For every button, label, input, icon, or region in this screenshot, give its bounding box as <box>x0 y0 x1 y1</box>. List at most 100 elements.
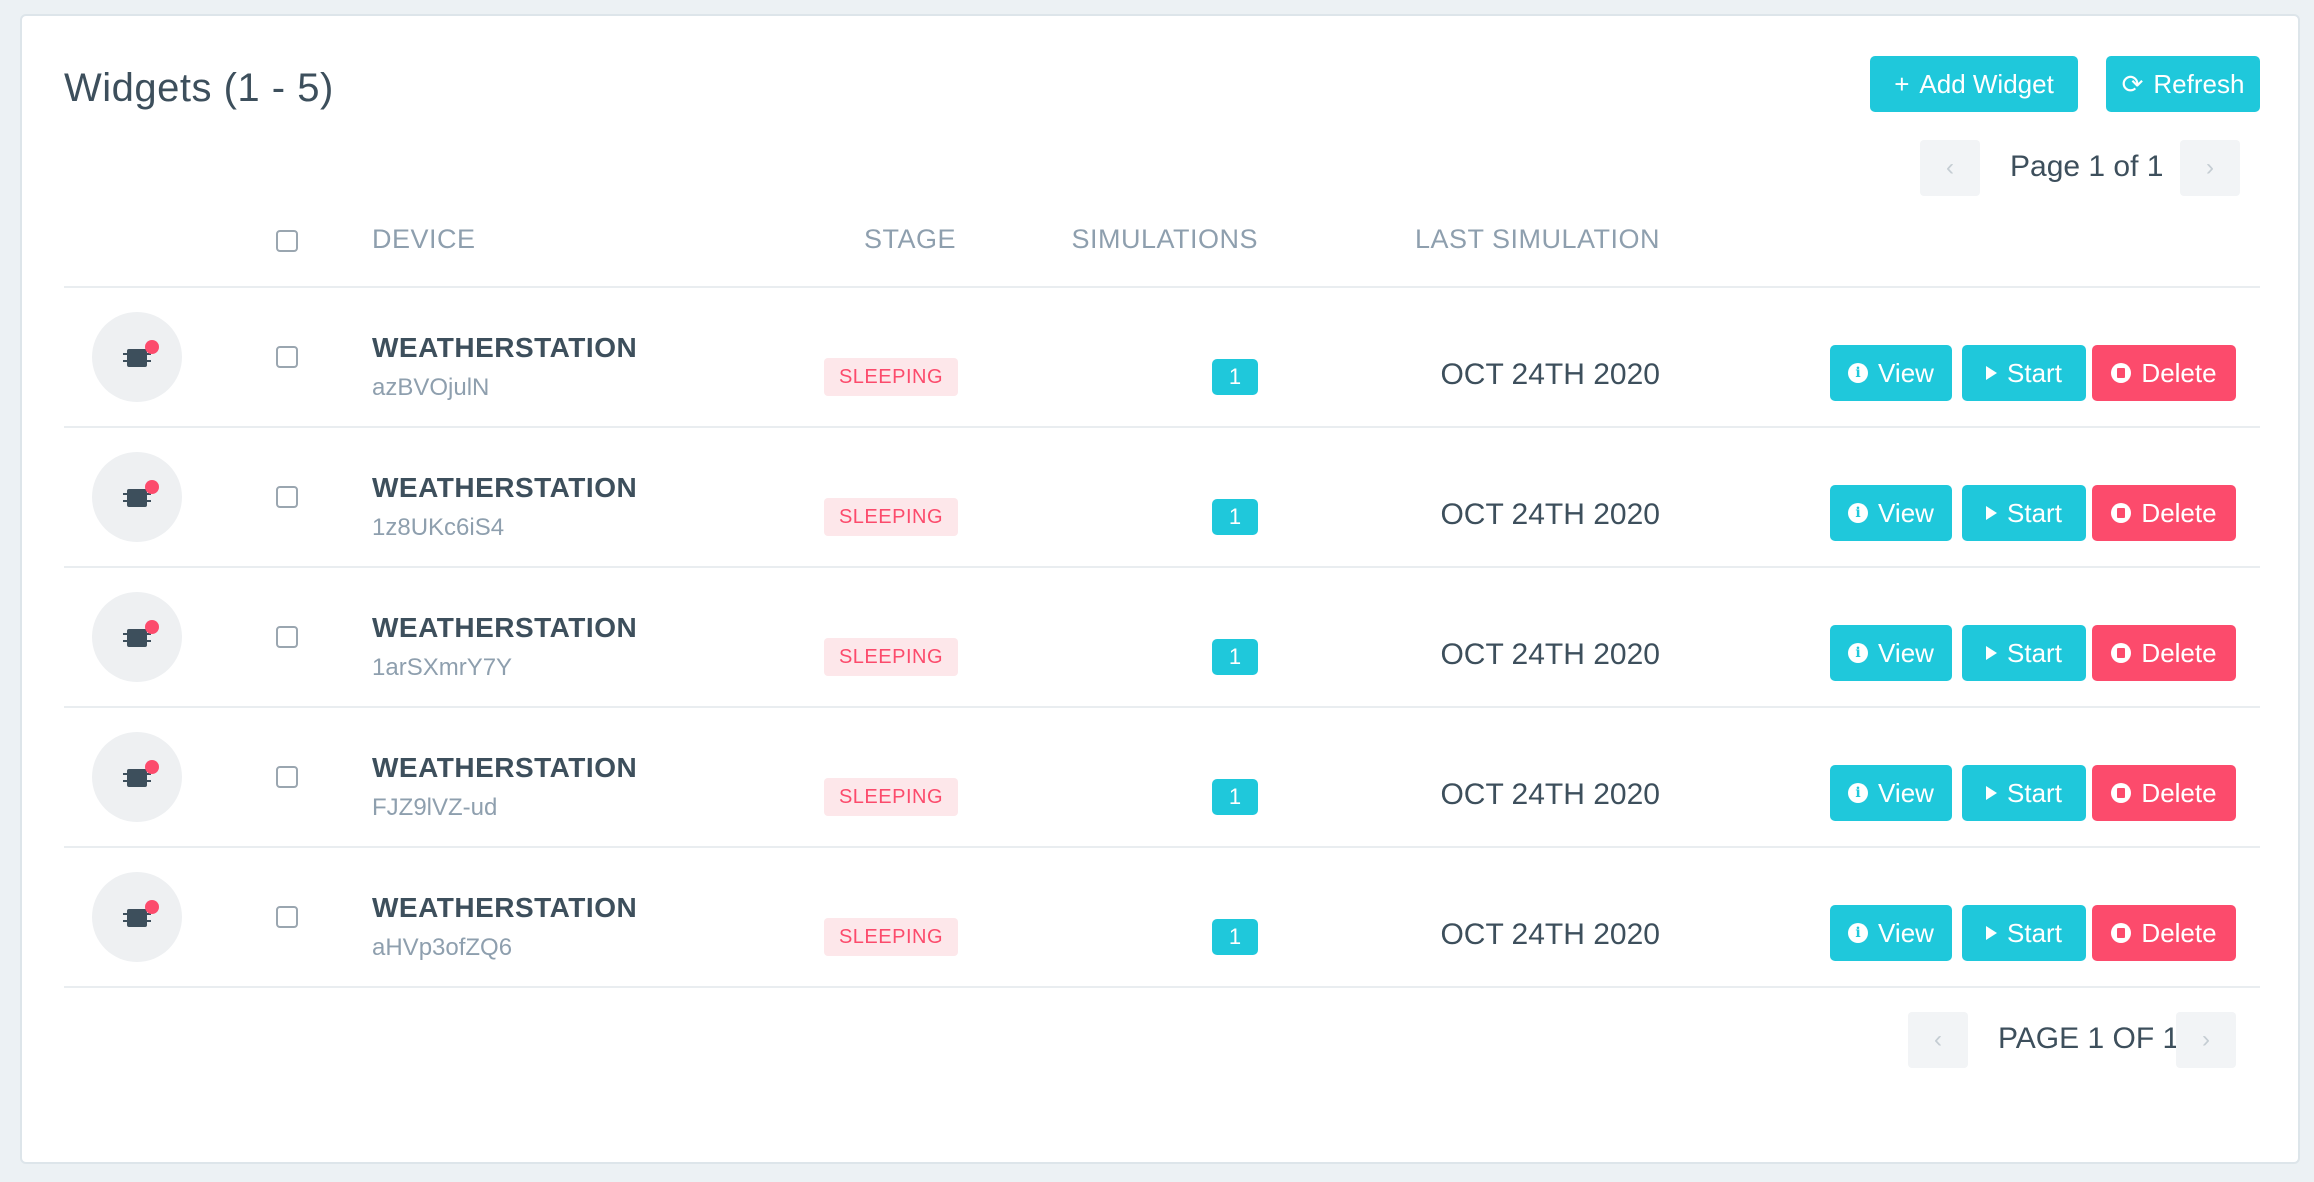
stage-badge: SLEEPING <box>824 778 958 816</box>
chip-icon <box>123 769 151 787</box>
delete-button[interactable]: Delete <box>2092 625 2236 681</box>
start-label: Start <box>2007 497 2062 528</box>
prev-page-button-bottom[interactable]: ‹ <box>1908 1012 1968 1068</box>
info-icon: i <box>1848 643 1869 663</box>
device-name[interactable]: WEATHERSTATION <box>372 472 637 504</box>
prev-page-button-top[interactable]: ‹ <box>1920 140 1980 196</box>
play-icon <box>1986 646 1998 660</box>
chevron-left-icon: ‹ <box>1946 154 1954 181</box>
row-divider <box>64 846 2260 848</box>
chevron-right-icon: › <box>2206 154 2214 181</box>
view-button[interactable]: i View <box>1830 905 1952 961</box>
device-id: 1arSXmrY7Y <box>372 654 513 681</box>
delete-label: Delete <box>2141 777 2217 808</box>
add-widget-button[interactable]: + Add Widget <box>1870 56 2078 112</box>
device-name[interactable]: WEATHERSTATION <box>372 332 637 364</box>
stage-badge: SLEEPING <box>824 638 958 676</box>
start-label: Start <box>2007 777 2062 808</box>
column-header-device[interactable]: DEVICE <box>372 224 476 255</box>
view-label: View <box>1878 917 1934 948</box>
stage-badge: SLEEPING <box>824 918 958 956</box>
delete-button[interactable]: Delete <box>2092 485 2236 541</box>
simulations-count-badge: 1 <box>1212 919 1258 955</box>
trash-icon <box>2111 363 2132 383</box>
start-button[interactable]: Start <box>1962 625 2086 681</box>
status-dot-icon <box>145 900 159 914</box>
device-avatar <box>92 732 182 822</box>
delete-label: Delete <box>2141 917 2217 948</box>
view-label: View <box>1878 357 1934 388</box>
view-button[interactable]: i View <box>1830 765 1952 821</box>
simulations-count-badge: 1 <box>1212 779 1258 815</box>
stage-badge: SLEEPING <box>824 358 958 396</box>
device-name[interactable]: WEATHERSTATION <box>372 752 637 784</box>
select-all-checkbox[interactable] <box>276 230 298 252</box>
start-button[interactable]: Start <box>1962 345 2086 401</box>
trash-icon <box>2111 783 2132 803</box>
chevron-right-icon: › <box>2202 1026 2210 1053</box>
next-page-button-bottom[interactable]: › <box>2176 1012 2236 1068</box>
device-id: 1z8UKc6iS4 <box>372 514 505 541</box>
page-indicator-bottom: PAGE 1 OF 1 <box>1998 1022 2180 1055</box>
row-divider <box>64 426 2260 428</box>
view-label: View <box>1878 497 1934 528</box>
row-checkbox[interactable] <box>276 346 298 368</box>
info-icon: i <box>1848 783 1869 803</box>
row-divider <box>64 706 2260 708</box>
device-avatar <box>92 312 182 402</box>
column-header-last-simulation[interactable]: LAST SIMULATION <box>1352 224 1660 255</box>
row-checkbox[interactable] <box>276 766 298 788</box>
start-button[interactable]: Start <box>1962 905 2086 961</box>
start-button[interactable]: Start <box>1962 485 2086 541</box>
chip-icon <box>123 349 151 367</box>
play-icon <box>1986 926 1998 940</box>
start-label: Start <box>2007 637 2062 668</box>
device-name[interactable]: WEATHERSTATION <box>372 892 637 924</box>
start-label: Start <box>2007 917 2062 948</box>
refresh-icon: ⟳ <box>2121 68 2144 99</box>
view-label: View <box>1878 637 1934 668</box>
delete-button[interactable]: Delete <box>2092 905 2236 961</box>
device-id: aHVp3ofZQ6 <box>372 934 513 961</box>
delete-button[interactable]: Delete <box>2092 765 2236 821</box>
device-avatar <box>92 592 182 682</box>
row-divider <box>64 566 2260 568</box>
info-icon: i <box>1848 503 1869 523</box>
view-label: View <box>1878 777 1934 808</box>
plus-icon: + <box>1894 68 1910 99</box>
refresh-button[interactable]: ⟳ Refresh <box>2106 56 2260 112</box>
play-icon <box>1986 506 1998 520</box>
start-label: Start <box>2007 357 2062 388</box>
view-button[interactable]: i View <box>1830 625 1952 681</box>
row-checkbox[interactable] <box>276 626 298 648</box>
view-button[interactable]: i View <box>1830 345 1952 401</box>
info-icon: i <box>1848 363 1869 383</box>
add-widget-label: Add Widget <box>1919 68 2054 99</box>
table-divider <box>64 286 2260 288</box>
row-checkbox[interactable] <box>276 486 298 508</box>
view-button[interactable]: i View <box>1830 485 1952 541</box>
simulations-count-badge: 1 <box>1212 499 1258 535</box>
next-page-button-top[interactable]: › <box>2180 140 2240 196</box>
column-header-stage[interactable]: STAGE <box>822 224 956 255</box>
status-dot-icon <box>145 760 159 774</box>
status-dot-icon <box>145 340 159 354</box>
widgets-card: Widgets (1 - 5) + Add Widget ⟳ Refresh ‹… <box>20 14 2300 1164</box>
delete-label: Delete <box>2141 637 2217 668</box>
device-name[interactable]: WEATHERSTATION <box>372 612 637 644</box>
play-icon <box>1986 786 1998 800</box>
last-simulation-date: OCT 24TH 2020 <box>1440 638 1660 671</box>
device-avatar <box>92 872 182 962</box>
start-button[interactable]: Start <box>1962 765 2086 821</box>
column-header-simulations[interactable]: SIMULATIONS <box>1058 224 1258 255</box>
chip-icon <box>123 909 151 927</box>
chevron-left-icon: ‹ <box>1934 1026 1942 1053</box>
device-id: FJZ9lVZ-ud <box>372 794 498 821</box>
row-checkbox[interactable] <box>276 906 298 928</box>
info-icon: i <box>1848 923 1869 943</box>
page-title: Widgets (1 - 5) <box>64 66 334 110</box>
status-dot-icon <box>145 480 159 494</box>
delete-button[interactable]: Delete <box>2092 345 2236 401</box>
simulations-count-badge: 1 <box>1212 639 1258 675</box>
delete-label: Delete <box>2141 357 2217 388</box>
